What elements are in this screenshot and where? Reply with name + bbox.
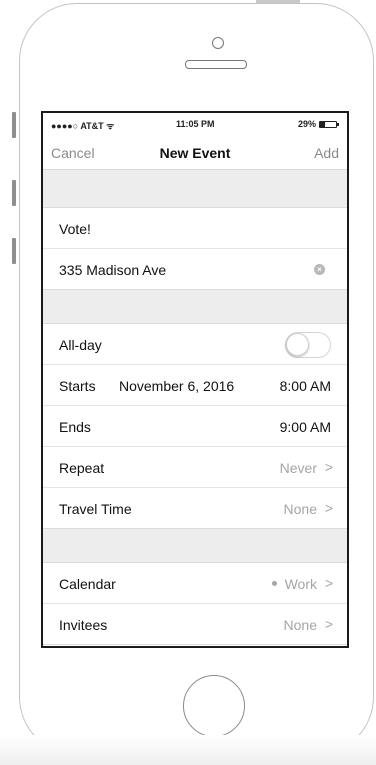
invitees-row[interactable]: Invitees None > [43, 604, 347, 645]
invitees-value: None [283, 617, 317, 633]
calendar-row[interactable]: Calendar Work > [43, 563, 347, 604]
all-day-toggle[interactable] [285, 332, 331, 358]
starts-label: Starts [59, 378, 96, 394]
section-spacer [43, 170, 347, 208]
repeat-row[interactable]: Repeat Never > [43, 447, 347, 488]
chevron-right-icon: > [324, 575, 333, 591]
status-time: 11:05 PM [176, 119, 215, 129]
volume-down-button [12, 238, 16, 264]
navigation-bar: Cancel New Event Add [43, 135, 347, 170]
travel-time-label: Travel Time [59, 501, 132, 517]
repeat-value: Never [279, 460, 317, 476]
all-day-label: All-day [59, 337, 102, 353]
repeat-label: Repeat [59, 460, 105, 476]
ends-label: Ends [59, 419, 91, 435]
earpiece-speaker [185, 60, 247, 69]
all-day-row: All-day [43, 324, 347, 365]
carrier-signal: ●●●●○ AT&T ᯤ [51, 121, 115, 131]
travel-time-value: None [283, 501, 317, 517]
volume-up-button [12, 180, 16, 206]
starts-time: 8:00 AM [279, 378, 331, 394]
calendar-label: Calendar [59, 576, 116, 592]
title-field[interactable]: Vote! [43, 208, 347, 249]
location-value: 335 Madison Ave [59, 262, 167, 278]
clear-icon[interactable]: × [314, 264, 325, 275]
ends-row[interactable]: Ends 9:00 AM [43, 406, 347, 447]
battery-status: 29% [297, 119, 339, 129]
calendar-value: Work [284, 576, 317, 592]
travel-time-row[interactable]: Travel Time None > [43, 488, 347, 529]
home-button[interactable] [183, 675, 245, 737]
battery-icon [319, 120, 339, 128]
chevron-right-icon: > [324, 459, 333, 475]
status-bar: ●●●●○ AT&T ᯤ 11:05 PM 29% [43, 113, 347, 135]
mute-switch [12, 112, 16, 138]
title-value: Vote! [59, 221, 91, 237]
starts-date: November 6, 2016 [119, 378, 235, 394]
starts-row[interactable]: Starts November 6, 2016 8:00 AM [43, 365, 347, 406]
phone-screen: ●●●●○ AT&T ᯤ 11:05 PM 29% Cancel New Eve… [41, 111, 349, 648]
add-button[interactable]: Add [314, 145, 339, 161]
chevron-right-icon: > [324, 616, 333, 632]
invitees-label: Invitees [59, 617, 108, 633]
front-camera [212, 37, 224, 49]
location-field[interactable]: 335 Madison Ave × [43, 249, 347, 290]
page-title: New Event [159, 145, 231, 161]
toggle-knob [286, 333, 309, 356]
battery-percent: 29% [297, 119, 316, 129]
section-spacer [43, 529, 347, 563]
chevron-right-icon: > [324, 500, 333, 516]
bottom-fade [0, 735, 376, 765]
ends-time: 9:00 AM [279, 419, 331, 435]
calendar-color-dot-icon [272, 581, 277, 586]
section-spacer [43, 290, 347, 324]
